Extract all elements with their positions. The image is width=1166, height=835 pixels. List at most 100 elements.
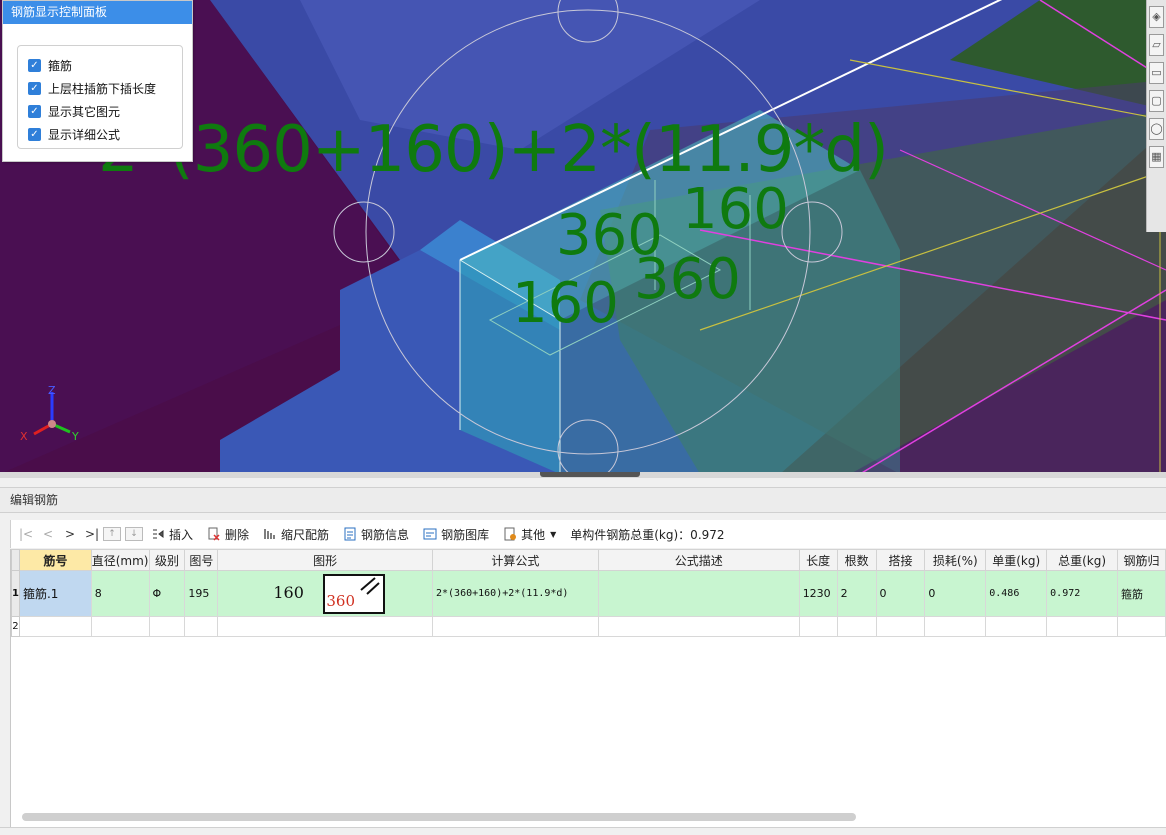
- view-3d-icon[interactable]: ◈: [1149, 6, 1164, 28]
- checkbox-checked-icon[interactable]: ✓: [28, 128, 41, 141]
- view-frame-icon[interactable]: ▢: [1149, 90, 1164, 112]
- option-show-detailed-formula[interactable]: ✓ 显示详细公式: [18, 123, 182, 146]
- category-cell[interactable]: 箍筋: [1116, 570, 1166, 617]
- other-label: 其他: [521, 527, 546, 542]
- figure-no-cell[interactable]: [184, 616, 219, 637]
- view-toolbar: ◈ ▱ ▭ ▢ ◯ ▦: [1146, 0, 1166, 232]
- row-number[interactable]: 2: [11, 616, 20, 637]
- shape-cell[interactable]: [217, 616, 433, 637]
- grade-cell[interactable]: [148, 616, 186, 637]
- view-2d-icon[interactable]: ▱: [1149, 34, 1164, 56]
- option-label: 显示详细公式: [48, 128, 121, 142]
- option-label: 上层柱插筋下插长度: [48, 82, 157, 96]
- column-header[interactable]: 长度: [798, 549, 838, 571]
- option-stirrup[interactable]: ✓ 箍筋: [18, 54, 182, 77]
- table-row[interactable]: 2: [11, 616, 1166, 637]
- scale-rebar-button[interactable]: 缩尺配筋: [263, 526, 329, 543]
- option-upper-column-dowel-length[interactable]: ✓ 上层柱插筋下插长度: [18, 77, 182, 100]
- nav-last-button[interactable]: >|: [81, 527, 103, 541]
- grade-cell[interactable]: Φ: [148, 570, 186, 617]
- nav-prev-button[interactable]: <: [37, 527, 59, 541]
- lap-cell[interactable]: [875, 616, 926, 637]
- column-header[interactable]: 直径(mm): [90, 549, 150, 571]
- option-show-other-elements[interactable]: ✓ 显示其它图元: [18, 100, 182, 123]
- rebar-table: 筋号 直径(mm) 级别 图号 图形 计算公式 公式描述 长度 根数 搭接 损耗…: [10, 549, 1166, 827]
- edit-rebar-toolbar: |< < > >| ↑ ↓ 插入 删除 缩尺配筋 钢筋信息 钢筋图库 其他 ▼ …: [10, 520, 1166, 548]
- bar-no-cell[interactable]: [18, 616, 92, 637]
- insert-label: 插入: [169, 527, 194, 542]
- shape-dim-a: 160: [273, 583, 304, 602]
- formula-desc-cell[interactable]: [597, 616, 800, 637]
- column-header[interactable]: 根数: [836, 549, 877, 571]
- total-weight-cell[interactable]: [1046, 616, 1118, 637]
- checkbox-checked-icon[interactable]: ✓: [28, 82, 41, 95]
- rebar-info-button[interactable]: 钢筋信息: [343, 526, 409, 543]
- column-header[interactable]: 损耗(%): [924, 549, 987, 571]
- row-number[interactable]: 1: [11, 570, 20, 617]
- count-cell[interactable]: [836, 616, 877, 637]
- shape-cell[interactable]: 160 360: [217, 570, 433, 617]
- view-grid-icon[interactable]: ▦: [1149, 146, 1164, 168]
- stirrup-shape-icon: 360: [323, 574, 386, 614]
- count-cell[interactable]: 2: [836, 570, 877, 617]
- column-header[interactable]: 单重(kg): [985, 549, 1048, 571]
- length-cell[interactable]: [798, 616, 838, 637]
- diameter-cell[interactable]: [90, 616, 150, 637]
- scale-rebar-label: 缩尺配筋: [281, 527, 330, 542]
- formula-cell[interactable]: 2*(360+160)+2*(11.9*d): [432, 570, 599, 617]
- splitter-grip-handle[interactable]: [540, 472, 640, 477]
- move-down-icon[interactable]: ↓: [125, 527, 143, 541]
- control-panel-title: 钢筋显示控制面板: [3, 1, 192, 24]
- column-header[interactable]: 筋号: [18, 549, 92, 571]
- checkbox-checked-icon[interactable]: ✓: [28, 59, 41, 72]
- column-header[interactable]: 计算公式: [432, 549, 599, 571]
- column-header[interactable]: 搭接: [875, 549, 926, 571]
- axis-x-label: X: [20, 430, 28, 443]
- horizontal-scrollbar[interactable]: [22, 813, 856, 821]
- rebar-info-label: 钢筋信息: [361, 527, 410, 542]
- figure-no-cell[interactable]: 195: [184, 570, 219, 617]
- 3d-viewport[interactable]: 2*(360+160)+2*(11.9*d) 160 360 160 360 钢…: [0, 0, 1166, 474]
- formula-cell[interactable]: [432, 616, 599, 637]
- control-options-box: ✓ 箍筋 ✓ 上层柱插筋下插长度 ✓ 显示其它图元 ✓ 显示详细公式: [17, 45, 183, 149]
- insert-button[interactable]: 插入: [151, 526, 193, 543]
- loss-cell[interactable]: 0: [924, 570, 987, 617]
- checkbox-checked-icon[interactable]: ✓: [28, 105, 41, 118]
- edit-rebar-header: 编辑钢筋: [0, 487, 1166, 513]
- dimension-label-160: 160: [512, 271, 619, 336]
- total-weight-cell[interactable]: 0.972: [1046, 570, 1118, 617]
- stirrup-hook-icon: [360, 577, 381, 595]
- delete-label: 删除: [225, 527, 250, 542]
- move-up-icon[interactable]: ↑: [103, 527, 121, 541]
- column-header[interactable]: 图形: [217, 549, 433, 571]
- option-label: 显示其它图元: [48, 105, 121, 119]
- row-number-header: [11, 549, 20, 571]
- bar-no-cell[interactable]: 箍筋.1: [18, 570, 92, 617]
- nav-first-button[interactable]: |<: [15, 527, 37, 541]
- column-header[interactable]: 公式描述: [597, 549, 800, 571]
- column-header[interactable]: 总重(kg): [1046, 549, 1118, 571]
- rebar-library-label: 钢筋图库: [441, 527, 490, 542]
- other-dropdown[interactable]: 其他 ▼: [503, 526, 556, 543]
- unit-weight-cell[interactable]: [985, 616, 1048, 637]
- chevron-down-icon: ▼: [550, 529, 557, 539]
- rebar-info-icon: [344, 527, 356, 541]
- diameter-cell[interactable]: 8: [90, 570, 150, 617]
- length-cell[interactable]: 1230: [798, 570, 838, 617]
- column-header[interactable]: 钢筋归: [1116, 549, 1166, 571]
- rotate-view-icon[interactable]: ◯: [1149, 118, 1164, 140]
- dimension-label-360: 360: [634, 247, 741, 312]
- formula-desc-cell[interactable]: [597, 570, 800, 617]
- column-header[interactable]: 级别: [148, 549, 186, 571]
- rebar-library-button[interactable]: 钢筋图库: [423, 526, 489, 543]
- category-cell[interactable]: [1116, 616, 1166, 637]
- insert-row-icon: [153, 529, 164, 539]
- unit-weight-cell[interactable]: 0.486: [985, 570, 1048, 617]
- delete-button[interactable]: 删除: [207, 526, 249, 543]
- lap-cell[interactable]: 0: [875, 570, 926, 617]
- view-box-icon[interactable]: ▭: [1149, 62, 1164, 84]
- loss-cell[interactable]: [924, 616, 987, 637]
- column-header[interactable]: 图号: [184, 549, 219, 571]
- table-row[interactable]: 1 箍筋.1 8 Φ 195 160 360 2*(360+160)+2*(11…: [11, 570, 1166, 617]
- nav-next-button[interactable]: >: [59, 527, 81, 541]
